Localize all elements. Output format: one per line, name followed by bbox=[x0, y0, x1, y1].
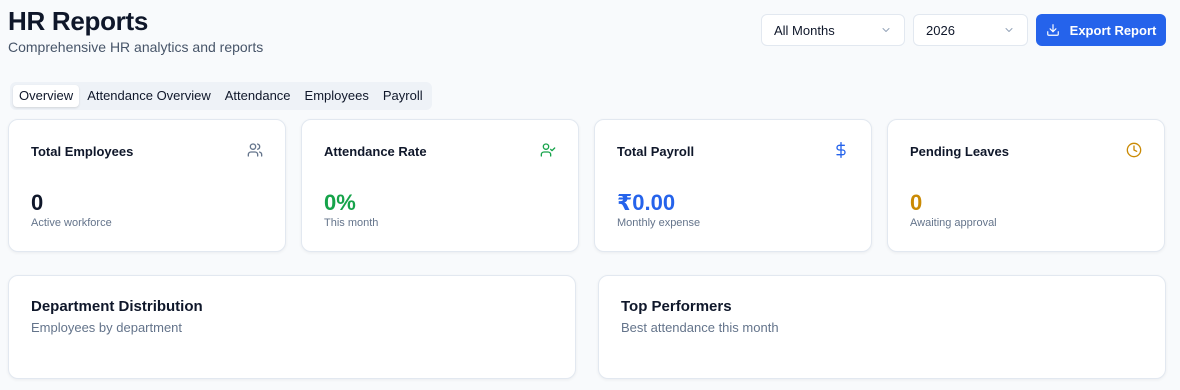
year-select[interactable]: 2026 bbox=[913, 14, 1028, 46]
panel-description: Best attendance this month bbox=[621, 320, 779, 335]
stat-value: 0 bbox=[31, 190, 44, 215]
stat-label: Pending Leaves bbox=[910, 144, 1009, 159]
month-select[interactable]: All Months bbox=[761, 14, 905, 46]
tab-attendance[interactable]: Attendance bbox=[219, 85, 297, 107]
chevron-down-icon bbox=[1005, 28, 1013, 32]
stat-card-total-employees: Total Employees 0 Active workforce bbox=[8, 119, 286, 252]
page-subtitle: Comprehensive HR analytics and reports bbox=[8, 39, 264, 55]
stat-label: Attendance Rate bbox=[324, 144, 427, 159]
stat-card-attendance-rate: Attendance Rate 0% This month bbox=[301, 119, 579, 252]
stat-label: Total Employees bbox=[31, 144, 134, 159]
clock-icon bbox=[1126, 142, 1142, 158]
stat-card-pending-leaves: Pending Leaves 0 Awaiting approval bbox=[887, 119, 1165, 252]
page-header: HR Reports Comprehensive HR analytics an… bbox=[8, 6, 263, 55]
users-icon bbox=[247, 143, 263, 157]
chevron-down-icon bbox=[882, 28, 890, 32]
tab-employees[interactable]: Employees bbox=[299, 85, 375, 107]
stat-description: Awaiting approval bbox=[910, 217, 997, 229]
panel-title: Top Performers bbox=[621, 298, 732, 315]
user-check-icon bbox=[540, 143, 556, 157]
export-report-button[interactable]: Export Report bbox=[1036, 14, 1166, 46]
page-title: HR Reports bbox=[8, 6, 149, 36]
tab-attendance-overview[interactable]: Attendance Overview bbox=[81, 85, 217, 107]
export-report-label: Export Report bbox=[1069, 22, 1157, 38]
stat-description: This month bbox=[324, 217, 379, 229]
stat-value: 0% bbox=[324, 190, 356, 215]
stat-label: Total Payroll bbox=[617, 144, 695, 159]
stat-description: Monthly expense bbox=[617, 217, 701, 229]
tab-overview[interactable]: Overview bbox=[13, 85, 80, 107]
month-select-value: All Months bbox=[774, 22, 835, 38]
panel-title: Department Distribution bbox=[31, 298, 203, 315]
dollar-icon bbox=[836, 142, 846, 158]
stat-card-total-payroll: Total Payroll ₹0.00 Monthly expense bbox=[594, 119, 872, 252]
report-tabs: Overview Attendance Overview Attendance … bbox=[10, 82, 432, 110]
stat-description: Active workforce bbox=[31, 217, 112, 229]
year-select-value: 2026 bbox=[926, 22, 955, 38]
top-performers-panel: Top Performers Best attendance this mont… bbox=[598, 275, 1166, 379]
download-icon bbox=[1046, 24, 1059, 36]
department-distribution-panel: Department Distribution Employees by dep… bbox=[8, 275, 576, 379]
report-controls: All Months 2026 Export Report bbox=[761, 14, 1166, 46]
panel-description: Employees by department bbox=[31, 320, 183, 335]
tab-payroll[interactable]: Payroll bbox=[377, 85, 429, 107]
stat-value: 0 bbox=[910, 190, 923, 215]
stat-value: ₹0.00 bbox=[617, 190, 676, 215]
